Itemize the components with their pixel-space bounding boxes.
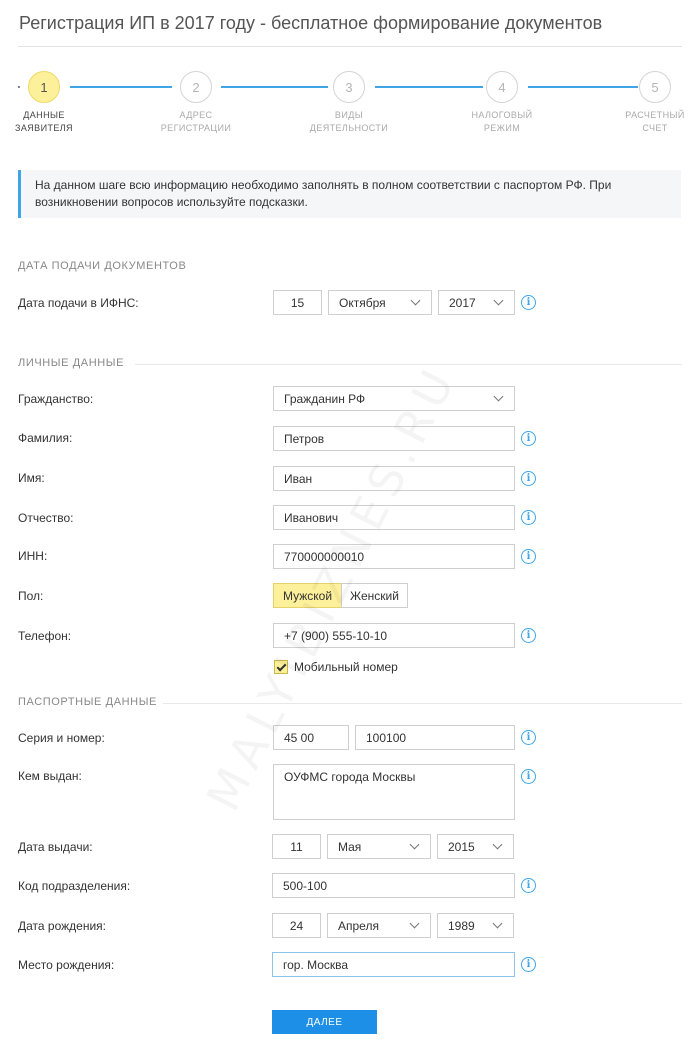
filing-year-value: 2017 bbox=[449, 295, 476, 310]
step-start-dot bbox=[18, 86, 20, 88]
info-icon[interactable]: i bbox=[521, 957, 536, 972]
gender-label: Пол: bbox=[18, 589, 44, 603]
section-personal-data: Личные данные bbox=[18, 357, 125, 369]
inn-input[interactable]: 770000000010 bbox=[273, 544, 515, 569]
info-icon[interactable]: i bbox=[521, 730, 536, 745]
chevron-down-icon bbox=[410, 295, 421, 306]
step-5-circle[interactable]: 5 bbox=[639, 71, 671, 103]
next-button[interactable]: ДАЛЕЕ bbox=[272, 1010, 377, 1034]
chevron-down-icon bbox=[409, 839, 420, 850]
inn-label: ИНН: bbox=[18, 549, 48, 563]
chevron-down-icon bbox=[493, 295, 504, 306]
passport-number-input[interactable]: 100100 bbox=[355, 725, 515, 750]
info-icon[interactable]: i bbox=[521, 878, 536, 893]
birth-year-select[interactable]: 1989 bbox=[437, 913, 514, 938]
step-2-circle[interactable]: 2 bbox=[180, 71, 212, 103]
checkmark-icon bbox=[276, 661, 286, 671]
step-3-circle[interactable]: 3 bbox=[333, 71, 365, 103]
passport-series-label: Серия и номер: bbox=[18, 731, 105, 745]
chevron-down-icon bbox=[409, 918, 420, 929]
birth-place-label: Место рождения: bbox=[18, 958, 115, 972]
surname-input[interactable]: Петров bbox=[273, 426, 515, 451]
info-icon[interactable]: i bbox=[521, 510, 536, 525]
issued-by-label: Кем выдан: bbox=[18, 769, 82, 783]
filing-date-label: Дата подачи в ИФНС: bbox=[18, 296, 139, 310]
chevron-down-icon bbox=[493, 391, 504, 402]
step-connector bbox=[70, 86, 172, 88]
birth-date-label: Дата рождения: bbox=[18, 919, 106, 933]
section-filing-date: Дата подачи документов bbox=[18, 260, 187, 272]
citizenship-select[interactable]: Гражданин РФ bbox=[273, 386, 515, 411]
mobile-checkbox-label[interactable]: Мобильный номер bbox=[294, 660, 398, 674]
surname-label: Фамилия: bbox=[18, 431, 73, 445]
info-icon[interactable]: i bbox=[521, 471, 536, 486]
citizenship-value: Гражданин РФ bbox=[284, 391, 366, 406]
section-passport-data: Паспортные данные bbox=[18, 696, 157, 708]
step-3-label[interactable]: Виды деятельности bbox=[304, 109, 394, 135]
step-1-circle[interactable]: 1 bbox=[28, 71, 60, 103]
division-code-label: Код подразделения: bbox=[18, 879, 131, 893]
info-icon[interactable]: i bbox=[521, 769, 536, 784]
filing-year-select[interactable]: 2017 bbox=[438, 290, 515, 315]
filing-day-input[interactable]: 15 bbox=[273, 290, 322, 315]
step-4-circle[interactable]: 4 bbox=[486, 71, 518, 103]
header-divider bbox=[18, 46, 682, 47]
filing-month-select[interactable]: Октября bbox=[328, 290, 432, 315]
issue-month-value: Мая bbox=[338, 839, 362, 854]
patronymic-label: Отчество: bbox=[18, 511, 74, 525]
issue-month-select[interactable]: Мая bbox=[327, 834, 431, 859]
citizenship-label: Гражданство: bbox=[18, 392, 94, 406]
filing-month-value: Октября bbox=[339, 295, 386, 310]
birth-month-value: Апреля bbox=[338, 918, 379, 933]
phone-input[interactable]: +7 (900) 555-10-10 bbox=[273, 623, 515, 648]
info-notice: На данном шаге всю информацию необходимо… bbox=[18, 170, 681, 218]
patronymic-input[interactable]: Иванович bbox=[273, 505, 515, 530]
step-4-label[interactable]: Налоговый режим bbox=[457, 109, 547, 135]
mobile-checkbox[interactable] bbox=[274, 660, 288, 674]
step-connector bbox=[221, 86, 328, 88]
issue-year-select[interactable]: 2015 bbox=[437, 834, 514, 859]
birth-year-value: 1989 bbox=[448, 918, 475, 933]
name-label: Имя: bbox=[18, 471, 45, 485]
step-connector bbox=[375, 86, 483, 88]
info-icon[interactable]: i bbox=[521, 549, 536, 564]
chevron-down-icon bbox=[492, 839, 503, 850]
passport-series-input[interactable]: 45 00 bbox=[273, 725, 349, 750]
section-divider bbox=[163, 703, 682, 704]
chevron-down-icon bbox=[492, 918, 503, 929]
issue-date-label: Дата выдачи: bbox=[18, 840, 93, 854]
gender-female-button[interactable]: Женский bbox=[341, 583, 408, 608]
step-1-label[interactable]: Данные заявителя bbox=[0, 109, 89, 135]
issued-by-textarea[interactable]: ОУФМС города Москвы bbox=[273, 764, 515, 820]
issue-day-input[interactable]: 11 bbox=[272, 834, 321, 859]
step-connector bbox=[528, 86, 638, 88]
birth-place-input[interactable]: гор. Москва bbox=[272, 952, 515, 977]
page-title: Регистрация ИП в 2017 году - бесплатное … bbox=[19, 13, 603, 33]
info-icon[interactable]: i bbox=[521, 431, 536, 446]
division-code-input[interactable]: 500-100 bbox=[272, 873, 515, 898]
info-icon[interactable]: i bbox=[521, 295, 536, 310]
issue-year-value: 2015 bbox=[448, 839, 475, 854]
name-input[interactable]: Иван bbox=[273, 466, 515, 491]
birth-month-select[interactable]: Апреля bbox=[327, 913, 431, 938]
step-2-label[interactable]: Адрес регистрации bbox=[151, 109, 241, 135]
birth-day-input[interactable]: 24 bbox=[272, 913, 321, 938]
phone-label: Телефон: bbox=[18, 629, 72, 643]
step-5-label[interactable]: Расчетный счет bbox=[610, 109, 700, 135]
gender-male-button[interactable]: Мужской bbox=[273, 583, 342, 608]
section-divider bbox=[135, 364, 682, 365]
info-icon[interactable]: i bbox=[521, 628, 536, 643]
